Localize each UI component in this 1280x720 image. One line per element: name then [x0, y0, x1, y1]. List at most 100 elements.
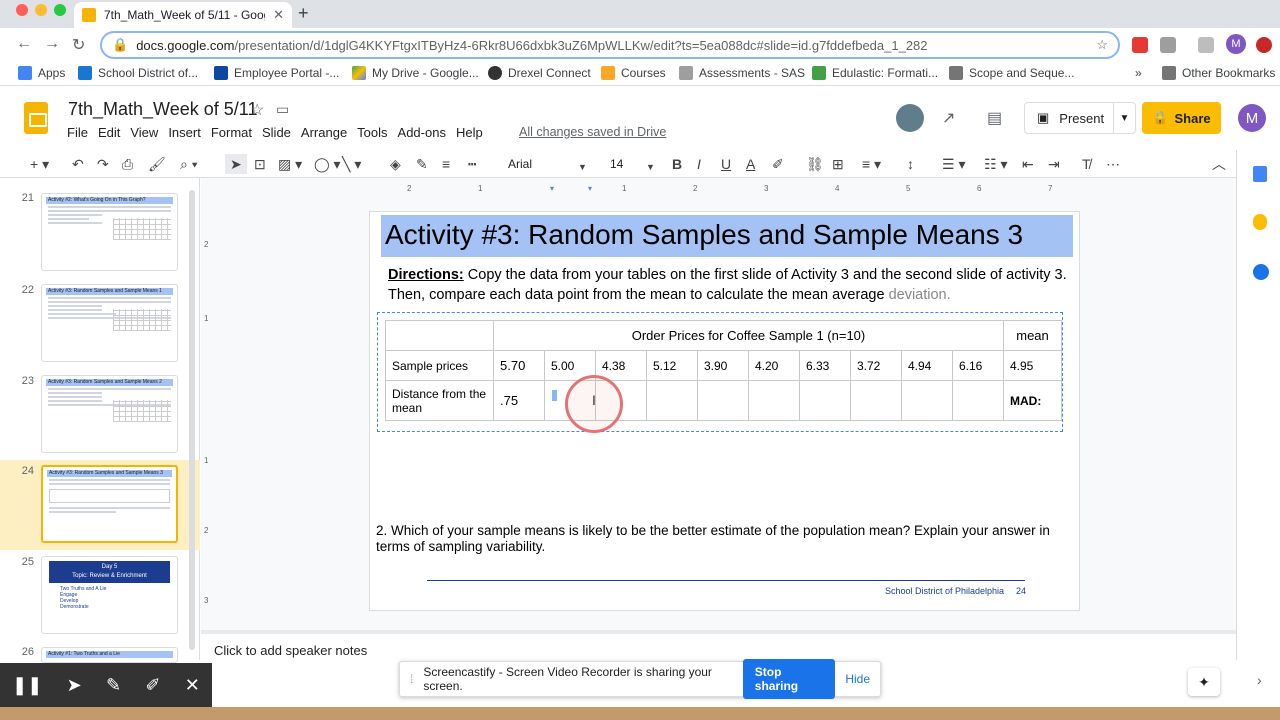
table-cell[interactable]: 6.33 [799, 350, 851, 381]
table-cell[interactable] [646, 380, 698, 421]
pointer-icon[interactable]: ➤ [67, 675, 82, 696]
document-title[interactable]: 7th_Math_Week of 5/11 [68, 99, 257, 120]
menu-edit[interactable]: Edit [93, 125, 125, 140]
border-dash-icon[interactable]: ┅ [468, 157, 476, 171]
activity-dashboard-icon[interactable]: ↗ [942, 108, 955, 128]
pen-icon[interactable]: ✎ [106, 675, 121, 696]
text-color-icon[interactable]: A [746, 157, 755, 171]
table-cell[interactable]: 3.72 [850, 350, 902, 381]
menu-tools[interactable]: Tools [352, 125, 392, 140]
tab-close-icon[interactable]: ✕ [273, 7, 284, 23]
bookmarks-overflow-icon[interactable]: » [1135, 66, 1142, 80]
menu-icon[interactable] [1256, 37, 1272, 53]
save-status[interactable]: All changes saved in Drive [519, 125, 666, 139]
star-icon[interactable]: ☆ [250, 100, 264, 120]
slide-thumbnail[interactable]: Day 5 Topic: Review & Enrichment Two Trut… [41, 556, 178, 634]
font-dropdown-icon[interactable]: ▼ [578, 160, 587, 174]
keep-icon[interactable] [1253, 214, 1267, 230]
table-cell[interactable]: 4.94 [901, 350, 953, 381]
bookmark-courses[interactable]: Courses [601, 66, 666, 80]
slide-thumbnail-selected[interactable]: Activity #3: Random Samples and Sample M… [41, 465, 178, 543]
menu-addons[interactable]: Add-ons [393, 125, 451, 140]
decrease-indent-icon[interactable]: ⇤ [1022, 157, 1034, 171]
underline-icon[interactable]: U [721, 157, 731, 171]
extension-icon[interactable] [1198, 37, 1214, 53]
bookmark-star-icon[interactable]: ☆ [1096, 37, 1108, 53]
row-label[interactable]: Distance from the mean [385, 380, 494, 421]
directions-text[interactable]: Directions: Copy the data from your tabl… [388, 265, 1068, 305]
collapse-toolbar-icon[interactable]: ︿ [1212, 157, 1226, 171]
filmstrip-scrollbar[interactable] [189, 190, 195, 650]
bookmark-scope[interactable]: Scope and Seque... [949, 66, 1074, 80]
table-cell[interactable]: 5.12 [646, 350, 698, 381]
present-dropdown-icon[interactable]: ▼ [1113, 103, 1135, 133]
forward-icon[interactable]: → [44, 35, 60, 53]
select-icon[interactable]: ➤ [225, 154, 247, 174]
highlighter-icon[interactable]: ✐ [145, 675, 160, 696]
calendar-icon[interactable] [1253, 166, 1267, 182]
mean-header[interactable]: mean [1003, 320, 1062, 351]
slide-thumbnail[interactable]: Activity #1: Two Truths and a Lie [41, 647, 178, 663]
table-cell[interactable] [952, 380, 1004, 421]
slide-thumbnail[interactable]: Activity #3: Random Samples and Sample M… [41, 284, 178, 362]
move-folder-icon[interactable]: ▭ [276, 101, 289, 118]
add-comment-icon[interactable]: ⊞ [832, 157, 844, 171]
slide-thumbnail[interactable]: Activity #3: Random Samples and Sample M… [41, 375, 178, 453]
menu-help[interactable]: Help [451, 125, 488, 140]
new-tab-button[interactable]: + [298, 3, 309, 24]
close-icon[interactable]: ✕ [185, 675, 200, 696]
link-icon[interactable]: ⛓ [806, 157, 824, 171]
explore-icon[interactable]: ✦ [1188, 668, 1220, 696]
menu-arrange[interactable]: Arrange [296, 125, 352, 140]
bulleted-list-icon[interactable]: ☷ ▾ [984, 157, 1007, 171]
table-cell[interactable]: 3.90 [697, 350, 749, 381]
bookmark-apps[interactable]: Apps [18, 66, 65, 80]
reload-icon[interactable]: ↻ [72, 35, 85, 55]
table-header[interactable]: Order Prices for Coffee Sample 1 (n=10) [493, 320, 1004, 351]
image-icon[interactable]: ▨ ▾ [278, 157, 302, 171]
row-label[interactable]: Sample prices [385, 350, 494, 381]
slides-logo-icon[interactable] [24, 102, 48, 134]
font-size-select[interactable]: 14 [610, 157, 623, 171]
numbered-list-icon[interactable]: ☰ ▾ [942, 157, 965, 171]
italic-icon[interactable]: I [697, 157, 701, 171]
table-cell[interactable] [799, 380, 851, 421]
menu-format[interactable]: Format [206, 125, 257, 140]
table-cell[interactable]: .75 [493, 380, 545, 421]
bookmark-employee-portal[interactable]: Employee Portal -... [214, 66, 339, 80]
size-dropdown-icon[interactable]: ▼ [646, 160, 655, 174]
back-icon[interactable]: ← [16, 35, 32, 53]
hide-button[interactable]: Hide [845, 672, 870, 686]
undo-icon[interactable]: ↶ [72, 157, 84, 171]
table-cell[interactable]: 4.20 [748, 350, 800, 381]
close-window-button[interactable] [16, 4, 28, 16]
slide-title[interactable]: Activity #3: Random Samples and Sample M… [381, 215, 1073, 257]
more-icon[interactable]: ⋯ [1106, 157, 1120, 171]
table-cell[interactable] [850, 380, 902, 421]
new-slide-icon[interactable]: + ▾ [30, 157, 49, 171]
extension-icon[interactable] [1132, 37, 1148, 53]
stop-sharing-button[interactable]: Stop sharing [742, 659, 836, 699]
zoom-icon[interactable]: ⌕ ▾ [180, 157, 198, 171]
pause-icon[interactable]: ❚❚ [12, 675, 42, 696]
minimize-window-button[interactable] [35, 4, 47, 16]
bookmark-my-drive[interactable]: My Drive - Google... [352, 66, 479, 80]
collaborator-avatar[interactable] [896, 104, 924, 132]
clear-formatting-icon[interactable]: T̸ [1082, 157, 1091, 171]
share-button[interactable]: 🔒 Share [1142, 102, 1221, 134]
menu-slide[interactable]: Slide [257, 125, 296, 140]
bookmark-edulastic[interactable]: Edulastic: Formati... [812, 66, 938, 80]
drag-handle-icon[interactable]: ⁞ [410, 672, 413, 686]
menu-view[interactable]: View [125, 125, 163, 140]
text-box-icon[interactable]: ⊡ [254, 157, 266, 171]
mean-value-cell[interactable]: 4.95 [1003, 350, 1062, 381]
profile-avatar[interactable]: M [1226, 34, 1246, 54]
account-avatar[interactable]: M [1238, 104, 1266, 132]
slide-thumbnail[interactable]: Activity #2: What's Going On in This Gra… [41, 193, 178, 271]
border-weight-icon[interactable]: ≡ [442, 157, 450, 171]
fill-color-icon[interactable]: ◈ [390, 157, 401, 171]
table-cell[interactable]: 6.16 [952, 350, 1004, 381]
table-cell[interactable] [748, 380, 800, 421]
shape-icon[interactable]: ◯ ▾ [314, 157, 341, 171]
speaker-notes[interactable]: Click to add speaker notes [214, 643, 367, 658]
